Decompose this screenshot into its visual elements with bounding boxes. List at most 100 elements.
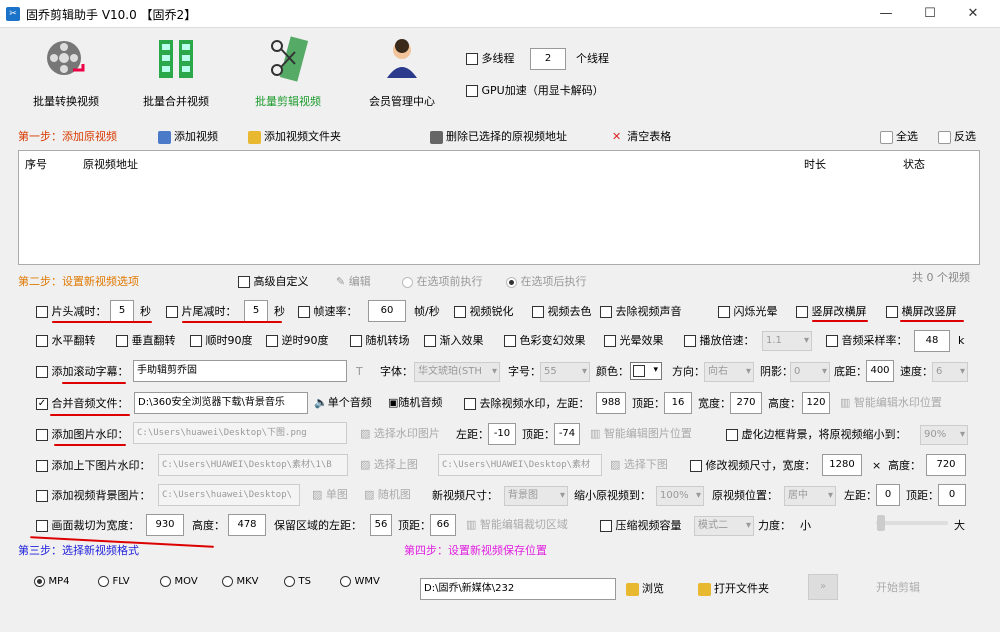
compress-option[interactable]: 压缩视频容量 (600, 519, 682, 533)
member-center-button[interactable]: 会员管理中心 (352, 36, 452, 111)
radio-dot[interactable] (98, 575, 109, 587)
advanced-checkbox[interactable] (238, 276, 250, 288)
video-table[interactable]: 序号 原视频地址 时长 状态 (18, 150, 980, 265)
v2h-checkbox[interactable] (796, 306, 808, 318)
wm-width-input[interactable]: 270 (730, 392, 762, 414)
size-select[interactable]: 55 (540, 362, 590, 382)
edit-button[interactable]: ✎ 编辑 (336, 275, 371, 289)
after-radio[interactable]: 在选项后执行 (506, 275, 587, 289)
halo-option[interactable]: 光晕效果 (604, 334, 664, 348)
keep-left-input[interactable]: 56 (370, 514, 392, 536)
multithread-checkbox[interactable] (466, 53, 478, 65)
shrink-select[interactable]: 100% (656, 486, 704, 506)
updown-wm-checkbox[interactable] (36, 460, 48, 472)
minimize-button[interactable]: — (866, 3, 906, 25)
radio-dot[interactable] (160, 575, 171, 587)
smart-crop-button[interactable]: ▥ 智能编辑裁切区域 (466, 515, 568, 535)
speed-checkbox[interactable] (684, 335, 696, 347)
fps-option[interactable]: 帧速率： (298, 305, 358, 319)
crop-height-input[interactable]: 478 (228, 514, 266, 536)
select-down-button[interactable]: ▨ 选择下图 (610, 455, 668, 475)
halo-checkbox[interactable] (604, 335, 616, 347)
gpu-option[interactable]: GPU加速（用显卡解码） (466, 84, 604, 98)
radio-dot[interactable] (222, 575, 233, 587)
remove-wm-checkbox[interactable] (464, 398, 476, 410)
strength-slider-thumb[interactable] (877, 515, 886, 531)
smart-wm-button[interactable]: ▥ 智能编辑水印位置 (840, 393, 942, 413)
audio-path-input[interactable]: D:\360安全浏览器下载\背景音乐 (134, 392, 308, 414)
tail-cut-input[interactable]: 5 (244, 300, 268, 322)
resize-option[interactable]: 修改视频尺寸，宽度： (690, 459, 816, 473)
img-left-input[interactable]: -10 (488, 423, 516, 445)
remove-audio-option[interactable]: 去除视频声音 (600, 305, 682, 319)
clear-table-button[interactable]: ✕ 清空表格 (612, 127, 671, 147)
format-radio-mov[interactable]: MOV (160, 574, 198, 589)
thread-count-input[interactable]: 2 (530, 48, 566, 70)
speed-select[interactable]: 1.1 (762, 331, 812, 351)
smart-img-button[interactable]: ▥ 智能编辑图片位置 (590, 424, 692, 444)
bottom-input[interactable]: 400 (866, 360, 894, 382)
close-button[interactable]: ✕ (953, 3, 993, 25)
select-all-button[interactable]: 全选 (880, 127, 918, 147)
shadow-select[interactable]: 0 (790, 362, 830, 382)
scroll-text-input[interactable]: 手助辑剪乔固 (133, 360, 347, 382)
image-wm-option[interactable]: 添加图片水印： (36, 428, 129, 442)
delete-selected-button[interactable]: 删除已选择的原视频地址 (430, 127, 567, 147)
random-audio-button[interactable]: ▣随机音频 (388, 393, 442, 413)
img-top-input[interactable]: -74 (554, 423, 580, 445)
scroll-text-option[interactable]: 添加滚动字幕： (36, 365, 129, 379)
radio-dot[interactable] (284, 575, 295, 587)
random-image-button[interactable]: ▨ 随机图 (364, 485, 411, 505)
sample-rate-option[interactable]: 音频采样率： (826, 334, 908, 348)
wm-top-input[interactable]: 16 (664, 392, 692, 414)
open-folder-button[interactable]: 打开文件夹 (698, 579, 769, 599)
position-select[interactable]: 居中 (784, 486, 836, 506)
merge-audio-option[interactable]: 合并音频文件： (36, 397, 129, 411)
speed-text-select[interactable]: 6 (932, 362, 968, 382)
hflip-option[interactable]: 水平翻转 (36, 334, 96, 348)
new-size-select[interactable]: 背景图 (504, 486, 568, 506)
resize-width-input[interactable]: 1280 (822, 454, 862, 476)
start-edit-button[interactable]: 开始剪辑 (876, 581, 920, 595)
sharpen-checkbox[interactable] (454, 306, 466, 318)
blur-scale-select[interactable]: 90% (920, 425, 968, 445)
select-up-button[interactable]: ▨ 选择上图 (360, 455, 418, 475)
wm-height-input[interactable]: 120 (802, 392, 830, 414)
color-picker[interactable]: ▾ (630, 362, 662, 380)
bg-top-input[interactable]: 0 (938, 484, 966, 506)
format-radio-wmv[interactable]: WMV (340, 574, 380, 589)
ccw90-checkbox[interactable] (266, 335, 278, 347)
single-image-button[interactable]: ▨ 单图 (312, 485, 348, 505)
merge-audio-checkbox[interactable] (36, 398, 48, 410)
direction-select[interactable]: 向右 (704, 362, 754, 382)
tail-cut-option[interactable]: 片尾减时： (166, 305, 237, 319)
wm-left-input[interactable]: 988 (596, 392, 626, 414)
tail-cut-checkbox[interactable] (166, 306, 178, 318)
head-cut-input[interactable]: 5 (110, 300, 134, 322)
decolor-checkbox[interactable] (532, 306, 544, 318)
select-wm-image-button[interactable]: ▨ 选择水印图片 (360, 424, 440, 444)
radio-dot[interactable] (34, 575, 45, 587)
up-image-path-input[interactable]: C:\Users\HUAWEI\Desktop\素材\1\B (158, 454, 348, 476)
head-cut-option[interactable]: 片头减时： (36, 305, 107, 319)
format-radio-mkv[interactable]: MKV (222, 574, 259, 589)
hflip-checkbox[interactable] (36, 335, 48, 347)
batch-edit-button[interactable]: 批量剪辑视频 (238, 36, 338, 111)
vflip-checkbox[interactable] (116, 335, 128, 347)
radio-dot[interactable] (340, 575, 351, 587)
sample-rate-checkbox[interactable] (826, 335, 838, 347)
image-wm-checkbox[interactable] (36, 429, 48, 441)
blur-bg-checkbox[interactable] (726, 429, 738, 441)
random-trans-option[interactable]: 随机转场 (350, 334, 410, 348)
resize-height-input[interactable]: 720 (926, 454, 966, 476)
resize-checkbox[interactable] (690, 460, 702, 472)
flash-option[interactable]: 闪烁光晕 (718, 305, 778, 319)
crop-option[interactable]: 画面裁切为宽度： (36, 519, 140, 533)
color-shift-checkbox[interactable] (504, 335, 516, 347)
multithread-option[interactable]: 多线程 (466, 52, 515, 66)
format-radio-ts[interactable]: TS (284, 574, 311, 589)
save-path-input[interactable]: D:\固乔\新媒体\232 (420, 578, 616, 600)
strength-slider[interactable] (876, 515, 948, 531)
format-radio-mp4[interactable]: MP4 (34, 574, 70, 589)
single-audio-button[interactable]: 🔈单个音频 (314, 393, 372, 413)
